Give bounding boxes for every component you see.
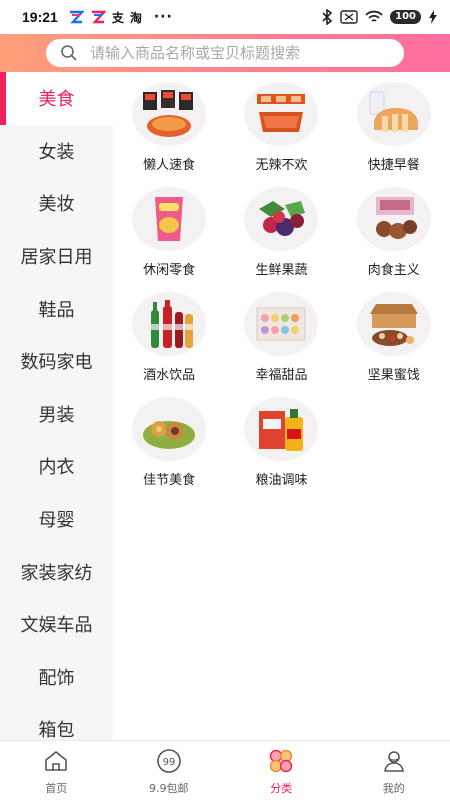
- battery-icon: 100: [390, 10, 421, 24]
- home-icon: [45, 751, 68, 771]
- sidebar-item-label: 箱包: [38, 720, 75, 740]
- search-header: [0, 34, 450, 72]
- sidebar-item-label: 美妆: [38, 194, 75, 216]
- search-bar[interactable]: [46, 39, 404, 67]
- status-right-icons: 100: [321, 9, 438, 25]
- status-app-icons: 支 淘: [68, 9, 142, 26]
- no-sim-icon: [340, 10, 358, 24]
- subcategory-label: 坚果蜜饯: [367, 368, 420, 383]
- subcategory-label: 粮油调味: [255, 473, 308, 488]
- subcategory-item[interactable]: 懒人速食: [113, 80, 225, 185]
- status-more-dots: ···: [153, 9, 173, 25]
- sidebar-item-underwear[interactable]: 内衣: [0, 440, 113, 493]
- sidebar-item-electronics[interactable]: 数码家电: [0, 335, 113, 388]
- subcategory-item[interactable]: 肉食主义: [338, 185, 450, 290]
- tab-home[interactable]: 首页: [0, 741, 113, 800]
- subcategory-label: 生鲜果蔬: [255, 263, 308, 278]
- oil-rice-icon: [244, 397, 319, 461]
- app-notification-icon: [69, 10, 84, 24]
- subcategory-label: 幸福甜品: [255, 368, 308, 383]
- fresh-berries-icon: [244, 187, 319, 251]
- subcategory-item[interactable]: 无辣不欢: [225, 80, 337, 185]
- sidebar-item-label: 内衣: [38, 457, 75, 479]
- status-app-label: 支: [111, 10, 124, 25]
- sidebar-item-label: 女装: [38, 141, 75, 163]
- tab-profile[interactable]: 我的: [338, 741, 450, 800]
- subcategory-label: 懒人速食: [143, 158, 196, 173]
- sidebar-item-food[interactable]: 美食: [0, 72, 113, 125]
- nuts-box-icon: [356, 292, 431, 356]
- sidebar-item-accessories[interactable]: 配饰: [0, 651, 113, 704]
- meat-icon: [356, 187, 431, 251]
- tab-label: 首页: [45, 782, 68, 795]
- sidebar-item-entertainment-auto[interactable]: 文娱车品: [0, 598, 113, 651]
- sidebar-item-label: 配饰: [38, 667, 75, 689]
- subcategory-grid: 懒人速食 无辣不欢 快捷早餐 休闲零食 生鲜果蔬 肉食主义 酒水饮品 幸福甜品 …: [113, 72, 450, 500]
- subcategory-label: 佳节美食: [143, 473, 196, 488]
- sidebar-item-label: 鞋品: [38, 299, 75, 321]
- sidebar-item-baby[interactable]: 母婴: [0, 493, 113, 546]
- status-time: 19:21: [22, 9, 58, 25]
- subcategory-item[interactable]: 生鲜果蔬: [225, 185, 337, 290]
- subcategory-label: 酒水饮品: [143, 368, 196, 383]
- subcategory-item[interactable]: 休闲零食: [113, 185, 225, 290]
- charging-icon: [429, 10, 437, 24]
- category-icon: [270, 749, 293, 773]
- spicy-snack-icon: [244, 82, 319, 146]
- subcategory-item[interactable]: 酒水饮品: [113, 290, 225, 395]
- status-bar: 19:21 支 淘 ··· 100: [0, 0, 450, 34]
- sidebar-item-label: 居家日用: [20, 247, 93, 269]
- chips-bag-icon: [132, 187, 207, 251]
- breakfast-bread-icon: [356, 82, 431, 146]
- search-input[interactable]: [90, 44, 380, 62]
- subcategory-item[interactable]: 佳节美食: [113, 395, 225, 500]
- svg-text:99: 99: [162, 757, 175, 768]
- tab-category[interactable]: 分类: [225, 741, 338, 800]
- subcategory-label: 休闲零食: [143, 263, 196, 278]
- instant-food-icon: [132, 82, 207, 146]
- nine-nine-icon: 99: [156, 749, 181, 773]
- sidebar-item-label: 美食: [38, 89, 75, 111]
- sidebar-item-beauty[interactable]: 美妆: [0, 177, 113, 230]
- app-notification-icon-2: [91, 10, 106, 24]
- sidebar-item-label: 文娱车品: [20, 615, 93, 637]
- drinks-bottles-icon: [132, 292, 207, 356]
- subcategory-item[interactable]: 坚果蜜饯: [338, 290, 450, 395]
- sidebar-item-label: 母婴: [38, 510, 75, 532]
- bluetooth-icon: [322, 9, 333, 25]
- mooncake-icon: [132, 397, 207, 461]
- sidebar-item-bags[interactable]: 箱包: [0, 703, 113, 740]
- subcategory-label: 快捷早餐: [367, 158, 420, 173]
- sidebar-item-label: 家装家纺: [20, 562, 93, 584]
- subcategory-item[interactable]: 粮油调味: [225, 395, 337, 500]
- tab-label: 9.9包邮: [149, 782, 189, 795]
- status-app-label: 淘: [129, 10, 142, 25]
- sidebar-item-label: 男装: [38, 404, 75, 426]
- subcategory-item[interactable]: 幸福甜品: [225, 290, 337, 395]
- wifi-icon: [365, 10, 383, 22]
- macaron-box-icon: [244, 292, 319, 356]
- subcategory-label: 无辣不欢: [255, 158, 308, 173]
- sidebar-item-home-textiles[interactable]: 家装家纺: [0, 545, 113, 598]
- search-icon: [61, 45, 77, 61]
- sidebar-item-shoes[interactable]: 鞋品: [0, 282, 113, 335]
- sidebar-item-label: 数码家电: [20, 352, 93, 374]
- tab-label: 我的: [382, 782, 405, 795]
- category-sidebar: 美食 女装 美妆 居家日用 鞋品 数码家电 男装 内衣 母婴 家装家纺 文娱车品…: [0, 72, 113, 740]
- sidebar-item-womens-clothing[interactable]: 女装: [0, 125, 113, 178]
- sidebar-item-mens-clothing[interactable]: 男装: [0, 388, 113, 441]
- sidebar-item-household[interactable]: 居家日用: [0, 230, 113, 283]
- subcategory-item[interactable]: 快捷早餐: [338, 80, 450, 185]
- bottom-tab-bar: 首页 99 9.9包邮 分类 我的: [0, 740, 450, 800]
- tab-nine-nine[interactable]: 99 9.9包邮: [113, 741, 226, 800]
- tab-label: 分类: [270, 782, 293, 795]
- profile-icon: [383, 751, 404, 772]
- subcategory-label: 肉食主义: [367, 263, 420, 278]
